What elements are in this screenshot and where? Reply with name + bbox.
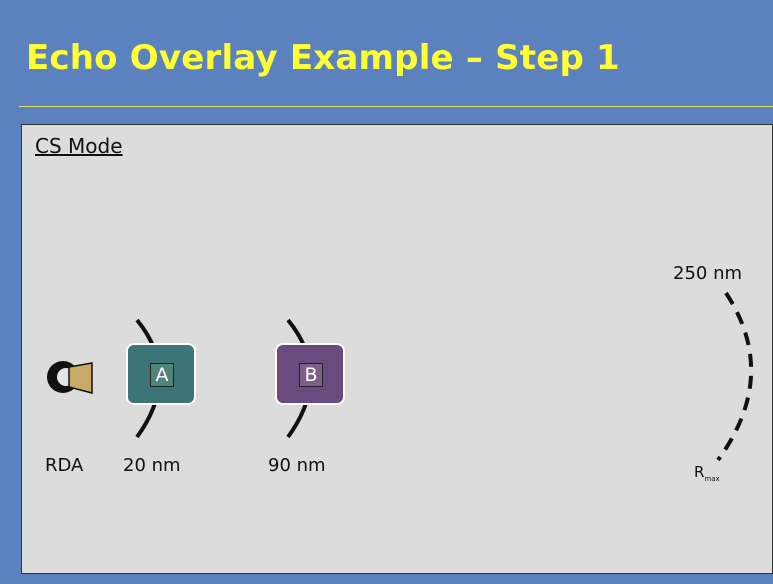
rmax-label: Rmax [694, 463, 720, 483]
max-range-arc [716, 291, 753, 462]
rmax-main: R [694, 463, 705, 481]
max-range-value: 250 nm [673, 263, 743, 284]
radar-icon [47, 361, 93, 394]
slide-title: Echo Overlay Example – Step 1 [26, 38, 620, 78]
rmax-sub: max [704, 475, 720, 483]
target-b-label: B [299, 363, 323, 387]
target-b-tile: B [275, 343, 345, 405]
target-a-range: 20 nm [123, 455, 181, 476]
target-a-label: A [150, 363, 174, 387]
title-divider [19, 106, 773, 107]
radar-label: RDA [45, 455, 84, 476]
target-a-tile: A [126, 343, 196, 405]
target-b-range: 90 nm [268, 455, 326, 476]
diagram-panel: CS Mode A B RDA 20 nm 90 nm 250 nm Rmax [21, 124, 773, 574]
